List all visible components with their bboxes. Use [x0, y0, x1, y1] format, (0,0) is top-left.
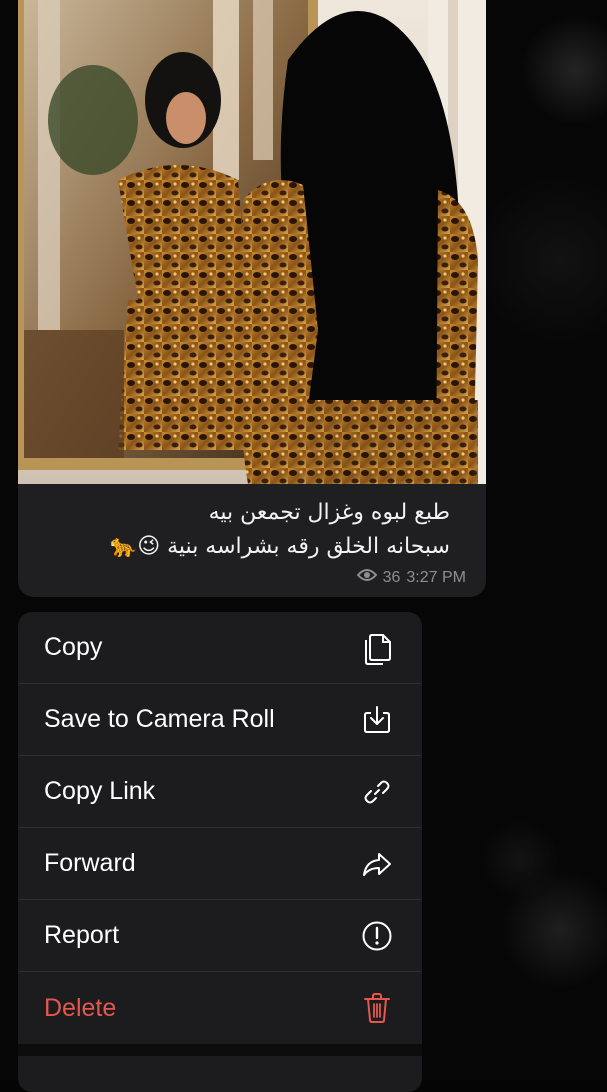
menu-item-report[interactable]: Report: [18, 900, 422, 972]
menu-item-save-to-camera-roll[interactable]: Save to Camera Roll: [18, 684, 422, 756]
message-photo[interactable]: [18, 0, 486, 484]
forward-arrow-icon: [360, 847, 394, 881]
menu-section-divider: [18, 1044, 422, 1056]
menu-item-copy[interactable]: Copy: [18, 612, 422, 684]
eye-icon: [356, 568, 377, 587]
menu-label-save: Save to Camera Roll: [44, 705, 275, 733]
context-menu: Copy Save to Camera Roll Copy Link Forwa…: [18, 612, 422, 1092]
menu-label-copy: Copy: [44, 633, 103, 661]
message-time: 3:27 PM: [406, 568, 466, 586]
menu-label-report: Report: [44, 921, 120, 949]
link-icon: [360, 775, 394, 809]
menu-label-copy-link: Copy Link: [44, 777, 156, 805]
message-bubble[interactable]: طبع لبوه وغزال تجمعن بيه سبحانه الخلق رق…: [18, 0, 486, 597]
caption-line-2: سبحانه الخلق رقه بشراسه بنية 😉🐆: [109, 534, 450, 559]
save-download-icon: [360, 703, 394, 737]
menu-label-forward: Forward: [44, 849, 136, 877]
copy-icon: [360, 631, 394, 665]
message-meta: 36 3:27 PM: [356, 568, 466, 587]
message-caption: طبع لبوه وغزال تجمعن بيه سبحانه الخلق رق…: [30, 496, 450, 564]
view-count: 36: [382, 568, 401, 586]
exclamation-circle-icon: [360, 919, 394, 953]
menu-item-forward[interactable]: Forward: [18, 828, 422, 900]
caption-line-1: طبع لبوه وغزال تجمعن بيه: [208, 500, 450, 525]
photo-illustration: [18, 0, 486, 484]
menu-item-copy-link[interactable]: Copy Link: [18, 756, 422, 828]
trash-icon: [360, 991, 394, 1025]
menu-item-delete[interactable]: Delete: [18, 972, 422, 1044]
menu-label-delete: Delete: [44, 993, 117, 1022]
